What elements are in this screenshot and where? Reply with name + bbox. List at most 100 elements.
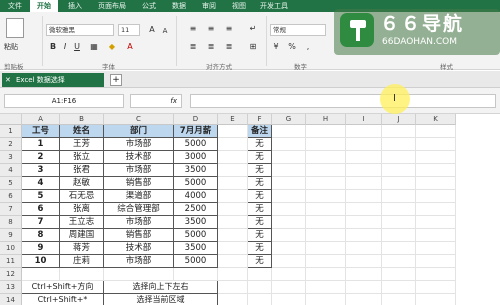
spreadsheet-grid[interactable]: A B C D E F G H I J K 1 2 3 4 5 6 7 8 9 10 11 12 13 14 工号 姓名 部门 7月月薪…	[0, 114, 500, 305]
cell[interactable]	[272, 255, 306, 268]
cell[interactable]	[416, 229, 456, 242]
row-header[interactable]: 2	[0, 138, 22, 151]
cell[interactable]	[174, 268, 218, 281]
cell[interactable]	[306, 125, 346, 138]
wrap-text-icon[interactable]: ↵	[246, 24, 260, 34]
cell[interactable]	[382, 242, 416, 255]
table-cell[interactable]: 5000	[174, 255, 218, 268]
cell[interactable]	[416, 268, 456, 281]
note-cell[interactable]: 无	[248, 164, 272, 177]
note-cell[interactable]: 无	[248, 255, 272, 268]
document-tab[interactable]: ✕ Excel 数据选择	[2, 73, 104, 87]
cell[interactable]	[248, 268, 272, 281]
row-header[interactable]: 12	[0, 268, 22, 281]
align-top-icon[interactable]: ≡	[186, 24, 200, 34]
cell[interactable]	[272, 203, 306, 216]
align-left-icon[interactable]: ≣	[186, 42, 200, 52]
column-header[interactable]: I	[346, 114, 382, 125]
font-color-icon[interactable]: A	[124, 42, 136, 52]
cell[interactable]	[346, 164, 382, 177]
cell[interactable]	[382, 229, 416, 242]
cell[interactable]	[382, 255, 416, 268]
underline-icon[interactable]: U	[72, 42, 82, 52]
table-cell[interactable]: 王立志	[60, 216, 104, 229]
cell[interactable]	[306, 281, 346, 294]
fill-color-icon[interactable]: ◆	[106, 42, 118, 52]
tab-file[interactable]: 文件	[2, 0, 28, 12]
table-cell[interactable]: 张离	[60, 203, 104, 216]
cell[interactable]	[416, 125, 456, 138]
table-cell[interactable]: 8	[22, 229, 60, 242]
cell[interactable]	[272, 164, 306, 177]
note-cell[interactable]: 无	[248, 242, 272, 255]
cell[interactable]	[306, 216, 346, 229]
table-cell[interactable]: 3500	[174, 242, 218, 255]
table-cell[interactable]: 5000	[174, 138, 218, 151]
table-cell[interactable]: 7	[22, 216, 60, 229]
cell[interactable]	[218, 177, 248, 190]
align-right-icon[interactable]: ≣	[222, 42, 236, 52]
table-cell[interactable]: 技术部	[104, 151, 174, 164]
cell[interactable]	[416, 216, 456, 229]
new-tab-icon[interactable]: +	[110, 74, 122, 86]
cell[interactable]	[272, 229, 306, 242]
cell[interactable]	[218, 125, 248, 138]
row-header[interactable]: 8	[0, 216, 22, 229]
column-header[interactable]: C	[104, 114, 174, 125]
cell[interactable]	[346, 190, 382, 203]
table-cell[interactable]: 9	[22, 242, 60, 255]
table-cell[interactable]: 3000	[174, 151, 218, 164]
cell[interactable]	[248, 294, 272, 305]
cell[interactable]	[346, 229, 382, 242]
cell[interactable]	[416, 151, 456, 164]
table-cell[interactable]: 庄莉	[60, 255, 104, 268]
grow-font-icon[interactable]: A	[146, 25, 158, 35]
note-cell[interactable]: 无	[248, 190, 272, 203]
cell[interactable]	[218, 216, 248, 229]
merge-cells-icon[interactable]: ⊞	[246, 42, 260, 52]
table-cell[interactable]: 技术部	[104, 242, 174, 255]
cell[interactable]	[346, 255, 382, 268]
row-header[interactable]: 5	[0, 177, 22, 190]
table-cell[interactable]: 渠道部	[104, 190, 174, 203]
cell[interactable]	[306, 138, 346, 151]
column-header[interactable]: D	[174, 114, 218, 125]
row-header[interactable]: 1	[0, 125, 22, 138]
table-cell[interactable]: 10	[22, 255, 60, 268]
cell[interactable]	[306, 151, 346, 164]
cell[interactable]	[306, 229, 346, 242]
cell[interactable]	[218, 268, 248, 281]
cell[interactable]	[248, 281, 272, 294]
column-header[interactable]: B	[60, 114, 104, 125]
cell[interactable]	[22, 268, 60, 281]
cell[interactable]	[272, 268, 306, 281]
cell[interactable]	[346, 177, 382, 190]
cell[interactable]	[382, 281, 416, 294]
row-header[interactable]: 6	[0, 190, 22, 203]
paste-icon[interactable]	[6, 18, 24, 38]
cell[interactable]	[346, 242, 382, 255]
table-cell[interactable]: 2500	[174, 203, 218, 216]
border-icon[interactable]: ▦	[88, 42, 100, 52]
tab-review[interactable]: 审阅	[196, 0, 222, 12]
row-header[interactable]: 14	[0, 294, 22, 305]
currency-icon[interactable]: ¥	[270, 42, 282, 52]
row-header[interactable]: 11	[0, 255, 22, 268]
cell[interactable]	[346, 268, 382, 281]
note-cell[interactable]: 无	[248, 203, 272, 216]
cell[interactable]	[306, 255, 346, 268]
cell[interactable]	[272, 151, 306, 164]
cell[interactable]	[218, 242, 248, 255]
name-box[interactable]: A1:F16	[4, 94, 124, 108]
table-cell[interactable]: 市场部	[104, 164, 174, 177]
cell[interactable]	[382, 151, 416, 164]
cell[interactable]	[416, 294, 456, 305]
table-cell[interactable]: 赵敏	[60, 177, 104, 190]
fx-icon[interactable]: fx	[130, 94, 182, 108]
column-header[interactable]: F	[248, 114, 272, 125]
cell[interactable]	[416, 203, 456, 216]
align-bottom-icon[interactable]: ≡	[222, 24, 236, 34]
table-cell[interactable]: 3	[22, 164, 60, 177]
shortcut-desc-cell[interactable]: 选择当前区域	[104, 294, 218, 305]
cell[interactable]	[416, 190, 456, 203]
